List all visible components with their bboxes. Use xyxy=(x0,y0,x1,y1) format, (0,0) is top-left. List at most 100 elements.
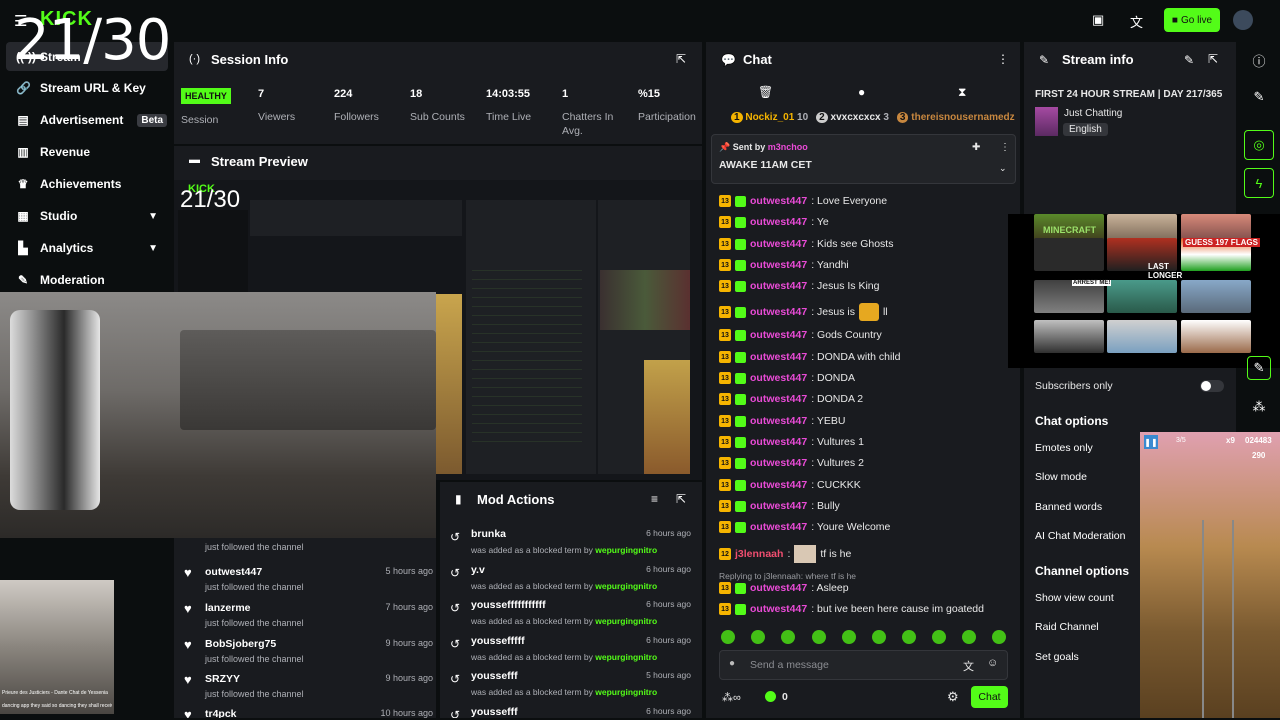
sub-badge: 13 xyxy=(719,280,731,292)
more-icon[interactable]: ⋮ xyxy=(1000,142,1010,153)
emote-icon[interactable] xyxy=(992,630,1006,644)
chat-user[interactable]: outwest447 xyxy=(750,393,807,405)
emote-icon[interactable] xyxy=(781,630,795,644)
sidebar-item-stream-url[interactable]: 🔗 Stream URL & Key xyxy=(6,73,168,103)
category-name[interactable]: Just Chatting xyxy=(1064,108,1122,119)
chat-user[interactable]: outwest447 xyxy=(750,436,807,448)
option-banned-words[interactable]: Banned words xyxy=(1035,501,1102,513)
undo-icon[interactable]: ↺ xyxy=(450,708,460,718)
unpin-icon[interactable]: ✚ xyxy=(972,142,980,153)
heart-icon: ♥ xyxy=(184,565,192,580)
avatar[interactable] xyxy=(1233,10,1253,30)
chat-user[interactable]: outwest447 xyxy=(750,500,807,512)
chevron-down-icon: ▼ xyxy=(148,242,158,254)
emote-icon[interactable] xyxy=(842,630,856,644)
chat-user[interactable]: outwest447 xyxy=(750,372,807,384)
undo-icon[interactable]: ↺ xyxy=(450,566,460,580)
emote-icon[interactable] xyxy=(872,630,886,644)
chat-message: 13 outwest447: DONDA 2 xyxy=(719,393,863,405)
mod-action-desc: was added as a blocked term by wepurging… xyxy=(471,616,657,626)
sidebar-item-moderation[interactable]: ✎ Moderation xyxy=(6,265,168,295)
top-chatter-3[interactable]: 3 thereisnousernamedz xyxy=(896,112,1015,126)
chat-user[interactable]: outwest447 xyxy=(750,479,807,491)
sidebar-item-achievements[interactable]: ♛ Achievements xyxy=(6,169,168,199)
emote-icon[interactable] xyxy=(812,630,826,644)
gear-icon[interactable]: ⚙ xyxy=(947,689,959,705)
game-score: 024483 xyxy=(1245,436,1272,445)
wrench-icon: ✎ xyxy=(17,273,29,287)
option-raid-channel[interactable]: Raid Channel xyxy=(1035,621,1099,633)
emote-icon[interactable] xyxy=(962,630,976,644)
chat-message: 13 outwest447: Youre Welcome xyxy=(719,521,890,533)
chat-user[interactable]: outwest447 xyxy=(750,195,807,207)
sidebar-item-revenue[interactable]: ▥ Revenue xyxy=(6,137,168,167)
trash-icon[interactable]: 🗑 xyxy=(758,85,773,99)
hourglass-icon[interactable]: ⧗ xyxy=(958,85,966,100)
green-badge xyxy=(735,238,746,250)
info-icon[interactable]: ⓘ xyxy=(1244,45,1274,75)
emote-icon[interactable] xyxy=(932,630,946,644)
heart-icon: ♥ xyxy=(184,707,192,718)
chat-user[interactable]: j3lennaah xyxy=(735,548,783,560)
undo-icon[interactable]: ↺ xyxy=(450,530,460,544)
broadcast-toggle-icon[interactable]: ▣ xyxy=(1092,12,1104,28)
chat-user[interactable]: outwest447 xyxy=(750,521,807,533)
edit-icon[interactable]: ✎ xyxy=(1184,53,1194,67)
chat-user[interactable]: outwest447 xyxy=(750,603,807,615)
top-chatter-2[interactable]: 2 xvxcxcxcx 3 xyxy=(816,112,889,126)
target-icon[interactable]: ◎ xyxy=(1244,130,1274,160)
option-slow-mode[interactable]: Slow mode xyxy=(1035,471,1087,483)
coin-count: 0 xyxy=(782,691,788,703)
top-chatter-1[interactable]: 1 Nockiz_01 10 xyxy=(731,112,808,126)
chat-user[interactable]: outwest447 xyxy=(750,415,807,427)
stat-followers: 224 Followers xyxy=(324,78,398,148)
go-live-button[interactable]: ■ Go live xyxy=(1164,8,1220,32)
undo-icon[interactable]: ↺ xyxy=(450,672,460,686)
filter-icon[interactable]: ≡ xyxy=(651,492,658,506)
stat-label: Followers xyxy=(334,111,379,123)
thumb xyxy=(1107,320,1177,353)
heart-icon: ♥ xyxy=(184,637,192,652)
more-icon[interactable]: ⋮ xyxy=(997,52,1009,66)
emote-icon[interactable] xyxy=(751,630,765,644)
option-set-goals[interactable]: Set goals xyxy=(1035,651,1079,663)
chevron-down-icon[interactable]: ⌄ xyxy=(999,163,1007,174)
emote-icon[interactable] xyxy=(902,630,916,644)
translate-icon[interactable]: 文 xyxy=(963,658,974,674)
pencil-icon[interactable]: ✎ xyxy=(1244,82,1274,112)
option-emotes-only[interactable]: Emotes only xyxy=(1035,442,1093,454)
undo-icon[interactable]: ↺ xyxy=(450,637,460,651)
chat-title: Chat xyxy=(743,52,772,67)
expand-icon[interactable]: ⇱ xyxy=(1208,52,1218,66)
chat-user[interactable]: outwest447 xyxy=(750,457,807,469)
chat-send-button[interactable]: Chat xyxy=(971,686,1008,708)
option-ai-moderation[interactable]: AI Chat Moderation xyxy=(1035,530,1125,542)
chat-user[interactable]: outwest447 xyxy=(750,351,807,363)
translate-icon[interactable]: 文 xyxy=(1130,12,1143,31)
chatter-count: 10 xyxy=(797,112,809,123)
option-show-view-count[interactable]: Show view count xyxy=(1035,592,1114,604)
chat-user[interactable]: outwest447 xyxy=(750,306,807,318)
bolt-icon[interactable]: ϟ xyxy=(1244,168,1274,198)
chat-user[interactable]: outwest447 xyxy=(750,216,807,228)
chat-user[interactable]: outwest447 xyxy=(750,582,807,594)
chat-user[interactable]: outwest447 xyxy=(750,259,807,271)
chat-user[interactable]: outwest447 xyxy=(750,280,807,292)
subscribers-only-toggle[interactable] xyxy=(1200,380,1224,392)
edit-icon[interactable]: ✎ xyxy=(1247,356,1271,380)
session-info-title: Session Info xyxy=(211,52,289,67)
emote-icon[interactable] xyxy=(721,630,735,644)
sidebar-item-analytics[interactable]: ▙ Analytics ▼ xyxy=(6,233,168,263)
sidebar-item-studio[interactable]: ▦ Studio ▼ xyxy=(6,201,168,231)
users-icon[interactable]: ⁂∞ xyxy=(722,691,741,704)
undo-icon[interactable]: ↺ xyxy=(450,601,460,615)
emoji-icon[interactable]: ☺ xyxy=(987,657,998,669)
expand-icon[interactable]: ⇱ xyxy=(676,52,686,66)
sidebar-item-advertisement[interactable]: ▤ Advertisement Beta xyxy=(6,105,168,135)
chat-text: : Yandhi xyxy=(811,259,849,271)
puzzle-icon[interactable]: ⁂ xyxy=(1244,392,1274,422)
expand-icon[interactable]: ⇱ xyxy=(676,492,686,506)
chat-user[interactable]: outwest447 xyxy=(750,329,807,341)
chat-tab-icon[interactable]: ● xyxy=(858,85,865,99)
chat-user[interactable]: outwest447 xyxy=(750,238,807,250)
